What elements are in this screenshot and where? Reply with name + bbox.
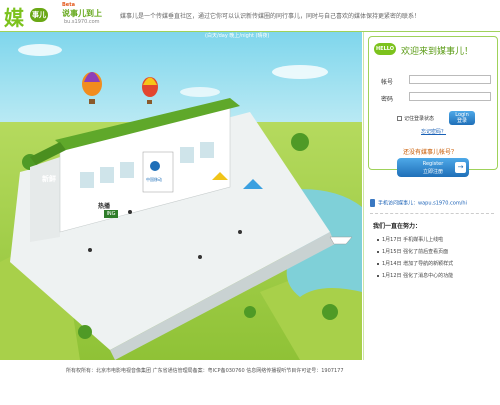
login-panel: HELLO 欢迎来到媒事儿！ 帐号 密码 记住登录状态 Login 登录 忘记密… (363, 32, 500, 360)
news-item-text: 1月17日 手机媒事儿上线啦 (382, 237, 444, 243)
hot-billboard[interactable]: 热播 (98, 201, 110, 210)
bullet-icon (377, 274, 379, 277)
account-label: 帐号 (381, 79, 394, 86)
news-item-text: 1月15日 强化了前后查看页面 (382, 249, 449, 255)
building-sign[interactable]: 媒事儿 (110, 140, 131, 150)
login-button[interactable]: Login 登录 (449, 111, 475, 125)
mobile-access-text: 手机访问媒事儿：wapu.s1970.com/hi (378, 200, 467, 207)
forgot-password-link[interactable]: 忘记密码？ (421, 128, 446, 135)
bullet-icon (377, 238, 379, 241)
password-input[interactable] (409, 92, 491, 101)
checkbox-icon[interactable] (397, 116, 402, 121)
news-title: 我们一直在努力： (373, 223, 422, 230)
logo-tagline: 说事儿到上 (62, 9, 102, 18)
password-label: 密码 (381, 96, 394, 103)
hello-badge: HELLO (374, 43, 396, 55)
building-sign-sub: 传媒人集上 (138, 143, 158, 148)
logo-mark: 媒 (4, 6, 24, 30)
account-input[interactable] (409, 75, 491, 84)
mobile-store-label[interactable]: 中国移动 (146, 177, 162, 183)
phone-icon (370, 199, 375, 207)
mobile-access-link[interactable]: 手机访问媒事儿：wapu.s1970.com/hi (370, 199, 467, 207)
remember-checkbox[interactable]: 记住登录状态 (397, 115, 434, 122)
shop-left-sign: 新鲜 (42, 175, 56, 183)
login-button-cn: 登录 (456, 118, 467, 124)
divider (370, 213, 494, 214)
news-item-text: 1月14日 增加了导航的新颖样式 (382, 261, 454, 267)
no-account-prompt: 还没有媒事儿帐号？ (403, 149, 458, 156)
scene-illustration (0, 32, 362, 360)
day-night-toggle[interactable]: (白天/day 晚上/night (晴夜) (205, 32, 269, 39)
page-footer: 所有权所有：北京市电影电视音像集团 广东省通信管理局备案：粤ICP备030760… (0, 360, 500, 405)
news-item[interactable]: 1月15日 强化了前后查看页面 (377, 248, 497, 260)
footer-copyright: 所有权所有：北京市电影电视音像集团 广东省通信管理局备案：粤ICP备030760… (66, 368, 344, 374)
remember-label: 记住登录状态 (404, 116, 435, 122)
bullet-icon (377, 262, 379, 265)
news-list: 1月17日 手机媒事儿上线啦 1月15日 强化了前后查看页面 1月14日 增加了… (377, 236, 497, 284)
register-button[interactable]: Register 立即注册 → (397, 158, 469, 177)
page-header: 媒 事儿 Beta 说事儿到上 bu.s1970.com 媒事儿是一个传媒垂直社… (0, 0, 500, 31)
news-item[interactable]: 1月17日 手机媒事儿上线啦 (377, 236, 497, 248)
ing-badge: ING (104, 210, 118, 218)
logo-url: bu.s1970.com (64, 19, 100, 25)
bullet-icon (377, 250, 379, 253)
welcome-title: 欢迎来到媒事儿！ (401, 47, 474, 57)
news-item[interactable]: 1月14日 增加了导航的新颖样式 (377, 260, 497, 272)
logo-badge: 事儿 (30, 8, 48, 22)
news-item[interactable]: 1月12日 强化了消息中心的功能 (377, 272, 497, 284)
site-logo[interactable]: 媒 事儿 Beta 说事儿到上 bu.s1970.com (4, 2, 114, 30)
news-item-text: 1月12日 强化了消息中心的功能 (382, 273, 454, 279)
city-scene[interactable]: (白天/day 晚上/night (晴夜) 新鲜 快乐 媒事儿 传媒人集上 中国… (0, 32, 362, 360)
shop-right-sign: 快乐 (206, 128, 220, 136)
arrow-right-icon: → (455, 162, 466, 173)
site-slogan: 媒事儿是一个传媒垂直社区，通过它你可以认识新传媒圈的同行事儿，同时与自己喜欢的媒… (120, 13, 421, 20)
